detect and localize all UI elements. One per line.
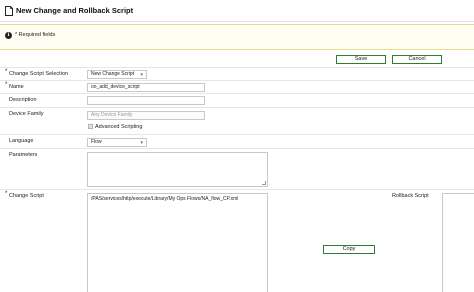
required-fields-notice: i * Required fields: [0, 24, 474, 50]
change-script-selection-value: New Change Script: [91, 71, 135, 77]
device-family-input[interactable]: Any Device Family: [87, 111, 205, 120]
chevron-down-icon: ▼: [139, 72, 144, 77]
description-label: Description: [9, 97, 37, 103]
language-value: Flow: [91, 139, 102, 145]
chevron-down-icon: ▼: [139, 140, 144, 145]
row-description: Description: [0, 93, 474, 107]
change-script-label: Change Script: [9, 193, 44, 199]
parameters-textarea[interactable]: [87, 152, 268, 187]
device-family-label: Device Family: [9, 111, 44, 117]
change-script-selection-select[interactable]: New Change Script ▼: [87, 70, 147, 79]
row-device-family: Device Family Any Device Family: [0, 107, 474, 121]
document-icon: [5, 6, 13, 16]
page-title: New Change and Rollback Script: [16, 6, 134, 15]
resize-grip-icon[interactable]: [262, 181, 266, 185]
cancel-button[interactable]: Cancel: [392, 55, 442, 64]
row-advanced-scripting: ✓ Advanced Scripting: [0, 121, 474, 134]
row-change-script: * Change Script /PAS/services/http/execu…: [0, 189, 474, 292]
advanced-scripting-label: Advanced Scripting: [95, 124, 143, 130]
language-select[interactable]: Flow ▼: [87, 138, 147, 147]
required-marker: *: [5, 69, 8, 75]
change-script-value: /PAS/services/http/execute/Library/My Op…: [91, 196, 239, 202]
row-language: Language Flow ▼: [0, 134, 474, 148]
rollback-script-label: Rollback Script: [392, 193, 429, 199]
change-script-textarea[interactable]: /PAS/services/http/execute/Library/My Op…: [87, 193, 268, 292]
script-form: * Change Script Selection New Change Scr…: [0, 67, 474, 292]
description-input[interactable]: [87, 96, 205, 105]
name-label: Name: [9, 84, 24, 90]
required-marker: *: [5, 191, 8, 197]
name-input[interactable]: oo_add_device_script: [87, 83, 205, 92]
info-icon: i: [5, 32, 12, 39]
row-change-script-selection: * Change Script Selection New Change Scr…: [0, 67, 474, 80]
rollback-script-textarea[interactable]: [442, 193, 474, 292]
copy-button[interactable]: Copy: [323, 245, 375, 254]
row-parameters: Parameters: [0, 148, 474, 189]
row-name: * Name oo_add_device_script: [0, 80, 474, 93]
required-marker: *: [5, 82, 8, 88]
save-button[interactable]: Save: [336, 55, 386, 64]
change-script-selection-label: Change Script Selection: [9, 71, 69, 77]
required-fields-text: * Required fields: [15, 32, 56, 38]
advanced-scripting-checkbox[interactable]: ✓: [88, 124, 93, 129]
parameters-label: Parameters: [9, 152, 38, 158]
title-bar: New Change and Rollback Script: [0, 0, 474, 22]
language-label: Language: [9, 138, 34, 144]
